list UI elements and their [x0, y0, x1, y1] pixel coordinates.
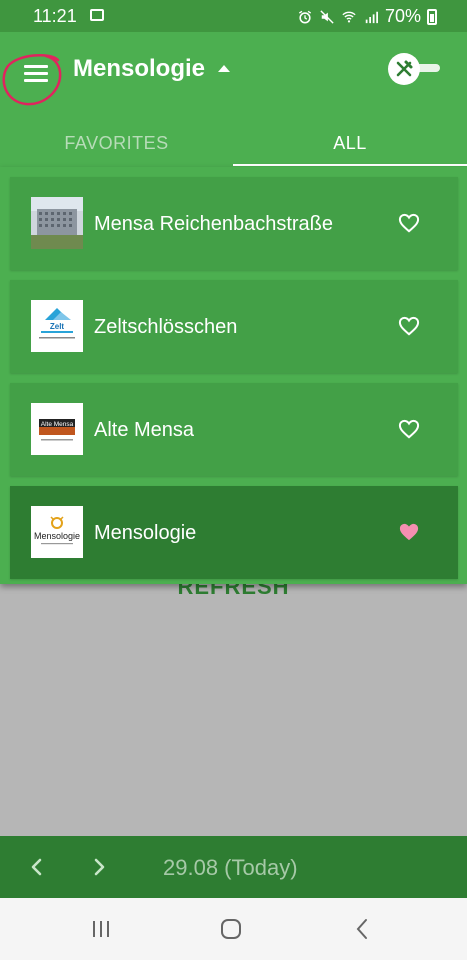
- canteen-item-mensa-reichenbachstrasse[interactable]: Mensa Reichenbachstraße: [10, 177, 458, 270]
- wifi-icon: [342, 11, 356, 23]
- canteen-name: Mensologie: [94, 522, 197, 544]
- dropdown-caret-icon[interactable]: [218, 65, 230, 72]
- tab-favorites[interactable]: FAVORITES: [0, 119, 233, 167]
- hamburger-menu-icon[interactable]: [18, 55, 58, 91]
- tab-all[interactable]: ALL: [233, 119, 467, 167]
- favorite-filled-heart-icon[interactable]: [398, 522, 420, 542]
- battery-percent: 70%: [384, 6, 421, 26]
- logo-text: Mensologie: [34, 531, 80, 541]
- chevron-right-icon[interactable]: [86, 854, 112, 880]
- fork-knife-icon: [396, 60, 413, 77]
- chevron-left-icon[interactable]: [24, 854, 50, 880]
- status-time: 11:21: [33, 6, 77, 26]
- mensologie-logo: Mensologie: [31, 506, 83, 558]
- zelt-schloesschen-logo: Zelt: [31, 300, 83, 352]
- toggle-knob: [388, 53, 420, 85]
- tab-indicator: [233, 164, 467, 166]
- back-icon[interactable]: [350, 916, 376, 942]
- date-bar: 29.08 (Today): [0, 836, 467, 898]
- canteen-item-mensologie[interactable]: Mensologie Mensologie: [10, 486, 458, 579]
- canteen-name: Alte Mensa: [94, 419, 195, 441]
- tab-bar: FAVORITES ALL: [0, 119, 467, 167]
- menu-toggle-switch[interactable]: [386, 52, 442, 86]
- favorite-outline-heart-icon[interactable]: [398, 419, 420, 439]
- favorite-outline-heart-icon[interactable]: [398, 316, 420, 336]
- recent-apps-icon[interactable]: [88, 916, 114, 942]
- canteen-item-alte-mensa[interactable]: Alte Mensa Alte Mensa: [10, 383, 458, 476]
- home-icon[interactable]: [218, 916, 244, 942]
- canteen-item-zeltschloesschen[interactable]: Zelt Zeltschlösschen: [10, 280, 458, 373]
- system-nav-bar: [0, 898, 467, 960]
- canteen-name: Mensa Reichenbachstraße: [94, 213, 334, 235]
- image-icon: [90, 9, 104, 21]
- alarm-icon: [298, 10, 312, 23]
- canteen-dropdown: Mensa Reichenbachstraße Zelt Zeltschlöss…: [0, 167, 467, 584]
- app-bar: Mensologie FAVORITES ALL: [0, 32, 467, 167]
- status-icons: 70%: [297, 6, 437, 27]
- logo-text: Alte Mensa: [41, 421, 74, 428]
- building-photo: [31, 197, 83, 249]
- date-label[interactable]: 29.08 (Today): [163, 855, 298, 881]
- app-title[interactable]: Mensologie: [73, 55, 205, 83]
- canteen-name: Zeltschlösschen: [94, 316, 238, 338]
- mute-icon: [320, 9, 334, 24]
- alte-mensa-logo: Alte Mensa: [31, 403, 83, 455]
- logo-text: Zelt: [50, 322, 65, 331]
- status-bar: 11:21 70%: [0, 0, 467, 32]
- signal-icon: [365, 11, 378, 23]
- favorite-outline-heart-icon[interactable]: [398, 213, 420, 233]
- battery-icon: [427, 8, 437, 25]
